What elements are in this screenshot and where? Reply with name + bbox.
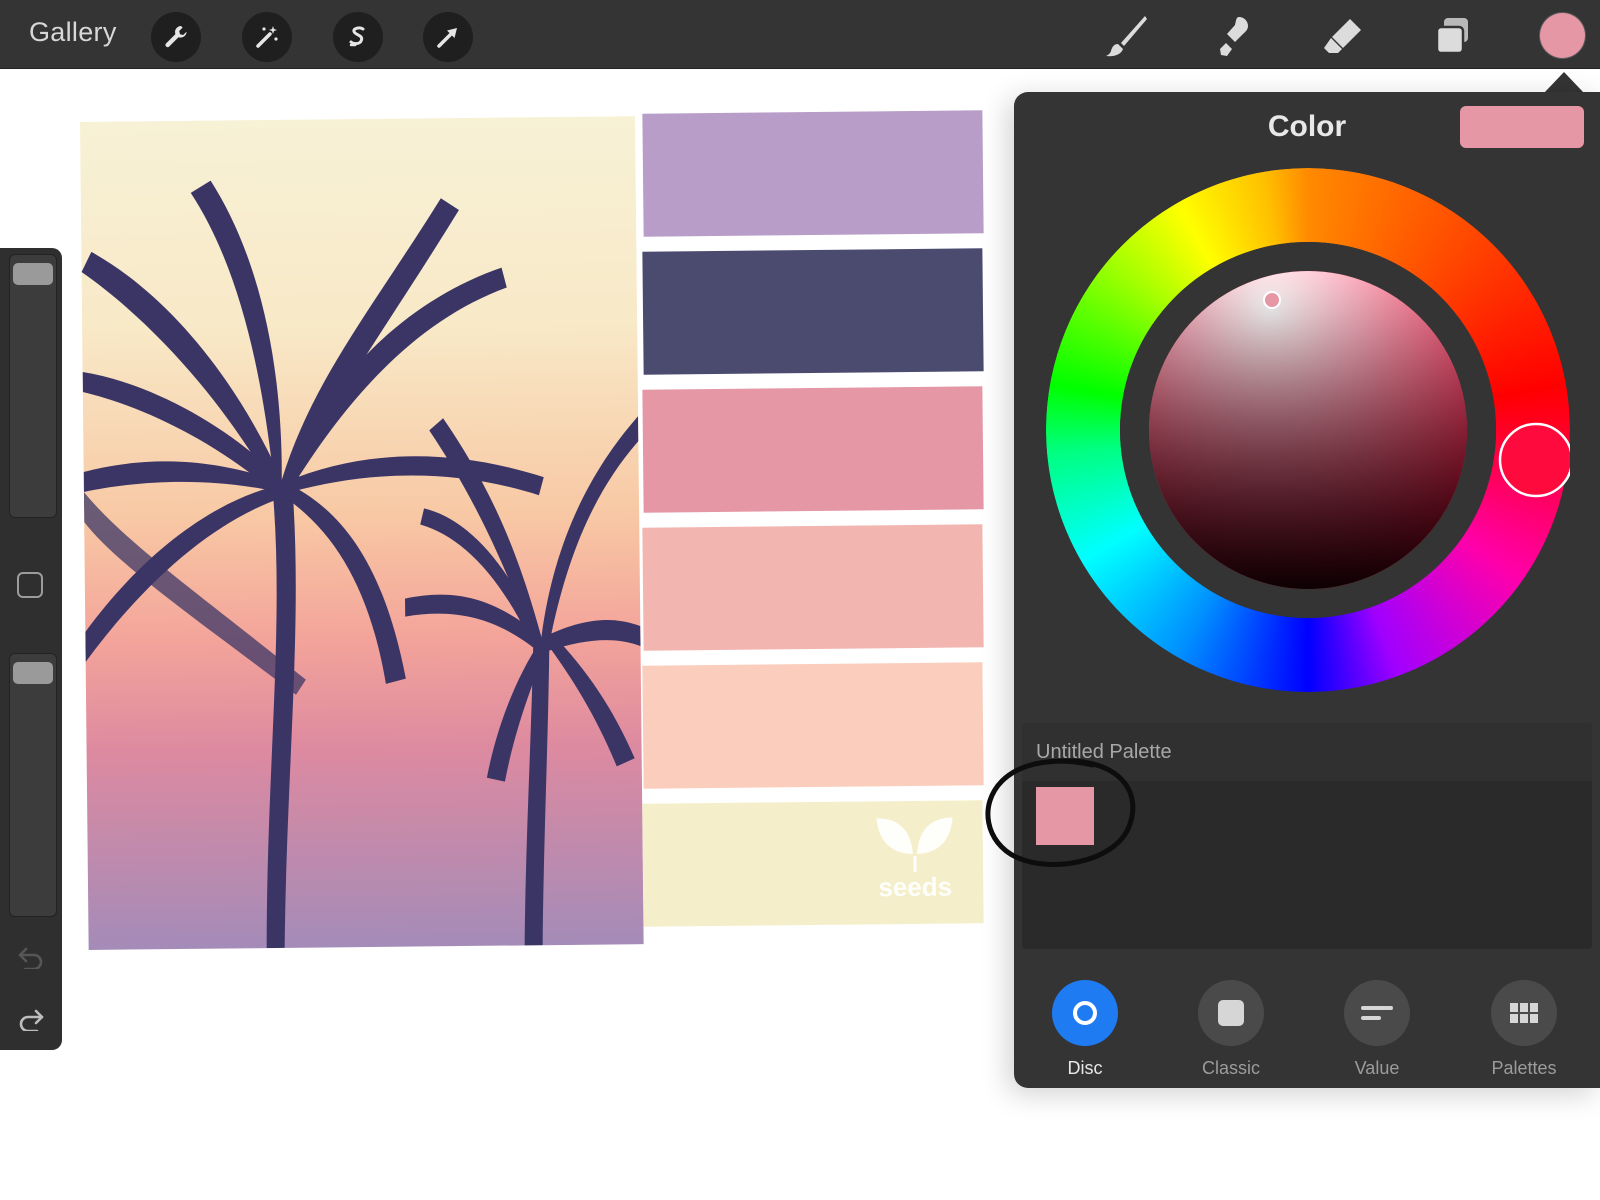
tab-label: Value [1354, 1058, 1400, 1078]
smudge-button[interactable] [1209, 12, 1259, 60]
svg-text:seeds: seeds [878, 872, 952, 903]
brush-icon [1106, 16, 1147, 57]
transform-arrow-icon [437, 28, 457, 48]
wrench-icon [165, 26, 187, 48]
saturation-picker[interactable] [1263, 291, 1281, 309]
eraser-button[interactable] [1318, 12, 1368, 60]
palette-swatch-2 [642, 248, 984, 375]
slider-handle[interactable] [13, 661, 53, 684]
tab-value[interactable]: Value [1322, 980, 1432, 1079]
actions-button[interactable] [151, 12, 201, 62]
palette-swatch-3 [642, 386, 984, 513]
palette-swatch-4 [642, 524, 984, 651]
tab-classic[interactable]: Classic [1176, 980, 1286, 1079]
brush-size-slider[interactable] [9, 254, 57, 518]
palettes-grid-icon [1510, 1003, 1538, 1023]
classic-square-icon [1218, 1000, 1244, 1026]
selection-icon [349, 26, 365, 47]
slider-handle[interactable] [13, 262, 53, 285]
color-panel: Color Untitled Palette Disc Classic Valu… [985, 92, 1600, 1088]
smudge-icon [1220, 17, 1248, 56]
modify-button[interactable] [17, 572, 43, 598]
left-sidebar [0, 248, 62, 1050]
selection-button[interactable] [333, 12, 383, 62]
opacity-slider[interactable] [9, 653, 57, 917]
tab-palettes[interactable]: Palettes [1469, 980, 1579, 1079]
color-disc[interactable] [1046, 168, 1574, 697]
palette-swatch-5 [642, 662, 984, 789]
palm-silhouettes [81, 180, 641, 949]
seeds-logo: seeds [876, 817, 953, 903]
redo-button[interactable] [16, 1006, 46, 1032]
palette-swatch-6: seeds [642, 800, 984, 927]
palette-swatch-1 [642, 110, 984, 237]
layers-button[interactable] [1427, 12, 1477, 60]
undo-icon [18, 947, 43, 969]
disc-icon [1073, 1001, 1097, 1025]
magic-wand-icon [256, 26, 278, 48]
adjustments-button[interactable] [242, 12, 292, 62]
brush-button[interactable] [1101, 12, 1151, 60]
color-button[interactable] [1540, 13, 1585, 58]
palette-panel: Untitled Palette [985, 723, 1592, 949]
panel-pointer [1544, 72, 1584, 93]
transform-button[interactable] [423, 12, 473, 62]
tab-label: Palettes [1491, 1058, 1557, 1078]
tab-label: Classic [1201, 1058, 1260, 1078]
tab-label: Disc [1067, 1058, 1103, 1078]
redo-icon [19, 1009, 44, 1031]
current-color-swatch[interactable] [1460, 106, 1584, 148]
undo-button[interactable] [16, 944, 46, 970]
annotation-circle [985, 758, 1136, 867]
tab-disc[interactable]: Disc [1030, 980, 1140, 1079]
hue-picker[interactable] [1498, 422, 1574, 498]
palm-tree-photo [80, 116, 644, 950]
value-sliders-icon [1361, 1006, 1393, 1020]
gallery-button[interactable]: Gallery [29, 17, 117, 48]
eraser-icon [1324, 19, 1361, 53]
top-toolbar: Gallery [0, 0, 1600, 69]
layers-icon [1435, 18, 1468, 55]
